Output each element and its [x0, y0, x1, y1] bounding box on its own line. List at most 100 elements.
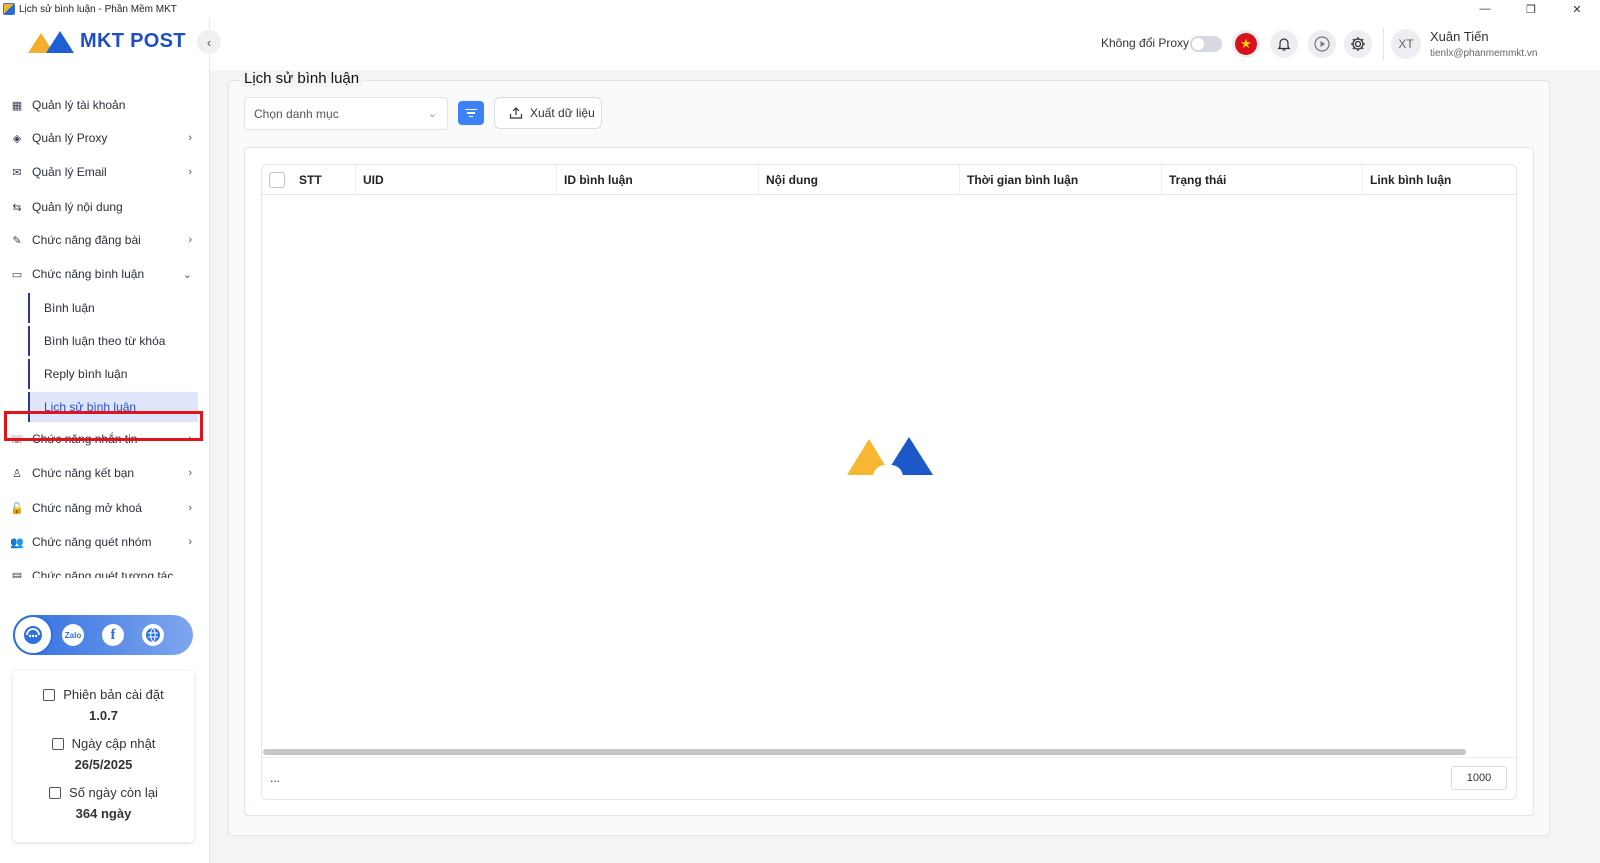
sidebar-item-5[interactable]: ▭ Chức năng bình luận ⌄ [10, 259, 200, 289]
social-bar: Zalo f [13, 615, 193, 655]
update-value: 26/5/2025 [74, 757, 133, 772]
layers-icon: ◈ [12, 132, 22, 145]
sidebar-item-6[interactable]: ☏ Chức năng nhắn tin › [10, 424, 200, 454]
restore-button[interactable]: ❐ [1508, 0, 1554, 18]
chevron-down-icon: ⌄ [182, 268, 192, 281]
column-header-3[interactable]: Nội dung [759, 165, 960, 195]
content-icon: ⇆ [12, 201, 22, 214]
category-select-placeholder: Chọn danh mục [254, 106, 339, 121]
chevron-right-icon: › [188, 536, 192, 548]
gear-icon [1351, 37, 1365, 51]
support-icon[interactable] [13, 615, 53, 655]
zalo-icon[interactable]: Zalo [62, 624, 84, 646]
app-icon [3, 3, 15, 15]
sidebar-item-label: Quản lý Proxy [32, 131, 108, 145]
update-label: Ngày cập nhật [71, 736, 156, 751]
logo-mark-icon [28, 30, 76, 53]
page-size-input[interactable]: 1000 [1451, 766, 1507, 790]
export-label: Xuất dữ liệu [530, 106, 595, 120]
sidebar-item-label: Chức năng quét nhóm [32, 535, 152, 549]
sidebar-item-0[interactable]: ▦ Quản lý tài khoản [10, 90, 200, 120]
horizontal-scrollbar[interactable] [263, 749, 1466, 755]
sidebar-item-2[interactable]: ✉ Quản lý Email › [10, 157, 200, 187]
version-value: 1.0.7 [89, 708, 118, 723]
sidebar-item-label: Quản lý tài khoản [32, 98, 126, 112]
sidebar-item-8[interactable]: 🔓 Chức năng mở khoá › [10, 493, 200, 523]
notification-button[interactable] [1270, 30, 1298, 58]
comment-icon: ▭ [11, 268, 23, 281]
table-header: STT UID ID bình luận Nội dung Thời gian bình… [262, 165, 1516, 195]
chat-icon: ☏ [10, 433, 24, 446]
sidebar-subitem-0[interactable]: Bình luận [28, 293, 198, 323]
sidebar-subitem-1[interactable]: Bình luận theo từ khóa [28, 326, 198, 356]
close-button[interactable]: ✕ [1554, 0, 1600, 18]
globe-icon[interactable] [142, 624, 164, 646]
filter-icon [465, 107, 477, 120]
sidebar-item-label: Chức năng đăng bài [32, 233, 141, 247]
column-header-4[interactable]: Thời gian bình luận [960, 165, 1162, 195]
facebook-icon[interactable]: f [102, 624, 124, 646]
chevron-left-icon: ‹ [206, 34, 212, 50]
tutorial-button[interactable] [1308, 30, 1336, 58]
sidebar-subitem-3[interactable]: Lịch sử bình luận [28, 392, 198, 422]
add-friend-icon: ♙ [12, 467, 22, 480]
window-controls: — ❐ ✕ [1462, 0, 1600, 18]
upload-icon [509, 107, 523, 119]
select-all-checkbox[interactable] [269, 172, 285, 188]
sidebar-item-label: Quản lý Email [32, 165, 107, 179]
column-header-0[interactable]: STT [292, 165, 356, 195]
mail-icon: ✉ [12, 166, 22, 179]
top-header: Không đổi Proxy ★ XT Xuân Tiến tienlx@ph… [210, 18, 1600, 70]
pagination-ellipsis: ... [270, 771, 281, 785]
category-select[interactable]: Chọn danh mục ⌄ [244, 97, 448, 130]
remaining-row: Số ngày còn lại 364 ngày [13, 785, 194, 821]
remaining-label: Số ngày còn lại [69, 785, 158, 800]
sidebar-subitem-2[interactable]: Reply bình luận [28, 359, 198, 389]
logo-text: MKT POST [80, 30, 186, 52]
table-footer-divider [262, 757, 1516, 758]
grid-icon: ▦ [11, 99, 23, 112]
vietnam-flag-icon: ★ [1235, 33, 1257, 55]
brand-logo[interactable]: MKT POST [28, 30, 186, 53]
version-label: Phiên bản cài đặt [63, 687, 164, 702]
window-titlebar: Lịch sử bình luận - Phần Mềm MKT — ❐ ✕ [0, 0, 1600, 18]
chevron-right-icon: › [188, 502, 192, 514]
sidebar-item-7[interactable]: ♙ Chức năng kết bạn › [10, 458, 200, 488]
sidebar-item-10[interactable]: ▤ Chức năng quét tương tác [10, 561, 200, 578]
select-all-cell [262, 165, 292, 195]
chevron-right-icon: › [188, 433, 192, 445]
minimize-button[interactable]: — [1462, 0, 1508, 18]
sidebar-item-4[interactable]: ✎ Chức năng đăng bài › [10, 225, 200, 255]
column-header-5[interactable]: Trạng thái [1162, 165, 1363, 195]
sidebar: MKT POST ▦ Quản lý tài khoản ◈ Quản lý Prox… [0, 18, 210, 863]
scan-icon: ▤ [11, 570, 23, 579]
export-button[interactable]: Xuất dữ liệu [494, 97, 602, 129]
version-icon [43, 688, 56, 701]
sidebar-item-9[interactable]: 👥 Chức năng quét nhóm › [10, 527, 200, 557]
sidebar-item-3[interactable]: ⇆ Quản lý nội dung [10, 192, 200, 222]
settings-button[interactable] [1344, 30, 1372, 58]
sidebar-item-label: Chức năng nhắn tin [32, 432, 138, 446]
user-email: tienlx@phanmemmkt.vn [1430, 48, 1538, 59]
chevron-down-icon: ⌄ [427, 108, 437, 120]
column-header-1[interactable]: UID [356, 165, 557, 195]
update-row: Ngày cập nhật 26/5/2025 [13, 736, 194, 772]
remaining-value: 364 ngày [75, 806, 132, 821]
chevron-right-icon: › [188, 467, 192, 479]
sidebar-menu: ▦ Quản lý tài khoản ◈ Quản lý Proxy › ✉ Quản l… [0, 90, 210, 578]
language-button[interactable]: ★ [1232, 30, 1260, 58]
column-header-2[interactable]: ID bình luận [557, 165, 759, 195]
loading-logo-icon [847, 437, 933, 477]
bell-icon [1277, 38, 1291, 51]
collapse-sidebar-button[interactable]: ‹ [197, 30, 221, 54]
filter-button[interactable] [458, 101, 484, 125]
user-name[interactable]: Xuân Tiến [1430, 29, 1489, 44]
group-icon: 👥 [10, 536, 24, 549]
unlock-icon: 🔓 [10, 502, 24, 515]
sidebar-item-label: Chức năng mở khoá [32, 501, 142, 515]
proxy-toggle[interactable] [1190, 36, 1222, 52]
column-header-6[interactable]: Link bình luận [1363, 165, 1516, 195]
play-circle-icon [1314, 36, 1330, 52]
avatar[interactable]: XT [1391, 29, 1421, 59]
sidebar-item-1[interactable]: ◈ Quản lý Proxy › [10, 123, 200, 153]
